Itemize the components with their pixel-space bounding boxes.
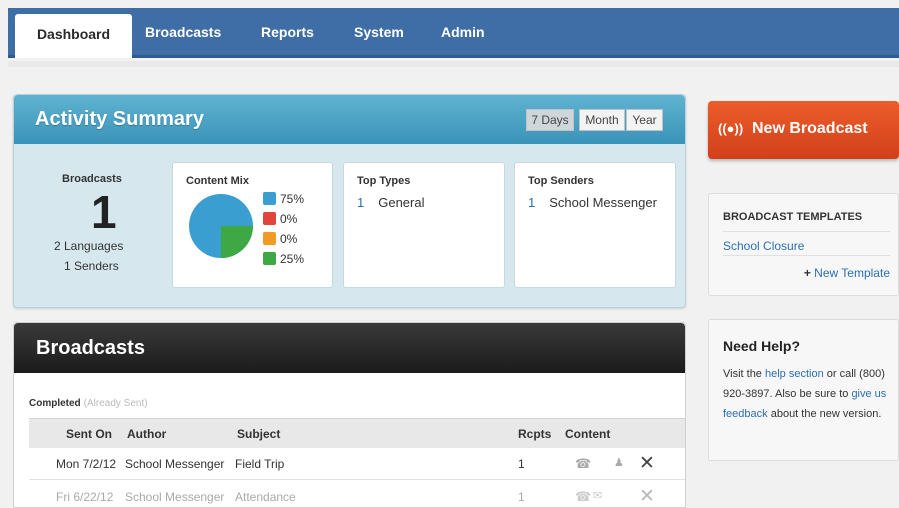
broadcast-templates-panel: BROADCAST TEMPLATES School Closure + New… xyxy=(708,193,899,296)
mix-email: 0% xyxy=(263,212,297,228)
tab-system[interactable]: System xyxy=(354,24,404,40)
phone-icon xyxy=(263,192,276,205)
tab-reports[interactable]: Reports xyxy=(261,24,314,40)
broadcasts-count-label: Broadcasts xyxy=(62,173,122,185)
col-sent-on[interactable]: Sent On xyxy=(66,427,112,441)
row-subject: Attendance xyxy=(235,490,296,504)
mix-person: 25% xyxy=(263,252,304,268)
top-senders-label: School Messenger xyxy=(549,195,657,210)
templates-divider xyxy=(723,255,890,256)
languages-count: 2 Languages xyxy=(54,239,124,253)
range-month-button[interactable]: Month xyxy=(579,109,625,131)
broadcasts-title: Broadcasts xyxy=(36,337,145,359)
col-content[interactable]: Content xyxy=(565,427,610,441)
row-author: School Messenger xyxy=(125,490,225,504)
top-types-label: General xyxy=(378,195,425,210)
top-types-row: 1 General xyxy=(357,195,424,210)
col-author[interactable]: Author xyxy=(127,427,166,441)
help-title: Need Help? xyxy=(723,338,801,354)
phone-icon: ☎ xyxy=(575,456,592,471)
tab-admin[interactable]: Admin xyxy=(441,24,485,40)
top-types-card: Top Types 1 General xyxy=(343,162,505,288)
row-sent-on: Mon 7/2/12 xyxy=(56,457,117,471)
top-senders-rank: 1 xyxy=(528,195,536,210)
mix-sms: 0% xyxy=(263,232,297,248)
templates-divider xyxy=(723,231,890,232)
broadcasts-count: 1 xyxy=(91,186,117,238)
person-icon: ♟ xyxy=(614,457,624,469)
top-senders-title: Top Senders xyxy=(528,175,594,187)
help-text-1: Visit the xyxy=(723,368,765,380)
col-subject[interactable]: Subject xyxy=(237,427,280,441)
activity-stats: Broadcasts 1 2 Languages 1 Senders Conte… xyxy=(14,144,685,308)
col-rcpts[interactable]: Rcpts xyxy=(518,427,551,441)
sms-icon xyxy=(263,232,276,245)
new-template-label: New Template xyxy=(814,266,890,280)
activity-summary-header: Activity Summary 7 Days Month Year xyxy=(14,95,685,144)
help-text: Visit the help section or call (800) 920… xyxy=(723,364,895,424)
broadcasts-header: Broadcasts xyxy=(14,323,685,373)
pie-slice-person xyxy=(221,226,253,258)
template-school-closure-link[interactable]: School Closure xyxy=(723,239,804,253)
row-author: School Messenger xyxy=(125,457,225,471)
mix-email-value: 0% xyxy=(280,212,298,226)
mix-phone: 75% xyxy=(263,192,304,208)
new-broadcast-label: New Broadcast xyxy=(752,120,868,137)
help-section-link[interactable]: help section xyxy=(765,368,824,380)
row-rcpts: 1 xyxy=(518,490,525,504)
top-senders-row: 1 School Messenger xyxy=(528,195,657,210)
content-mix-title: Content Mix xyxy=(186,175,249,187)
nav-divider xyxy=(8,61,899,67)
row-subject: Field Trip xyxy=(235,457,285,471)
table-row[interactable]: Fri 6/22/12 School Messenger Attendance … xyxy=(29,481,685,508)
broadcasts-panel: Broadcasts Completed (Already Sent) Sent … xyxy=(13,322,686,508)
help-text-3: about the new version. xyxy=(767,408,882,420)
completed-title: Completed xyxy=(29,398,81,409)
tab-dashboard[interactable]: Dashboard xyxy=(15,14,132,58)
mix-phone-value: 75% xyxy=(280,192,305,206)
top-types-rank: 1 xyxy=(357,195,365,210)
tools-icon[interactable]: ✕ xyxy=(639,485,655,508)
completed-label: Completed (Already Sent) xyxy=(29,398,148,409)
plus-icon: + xyxy=(803,266,815,280)
activity-summary-panel: Activity Summary 7 Days Month Year Broad… xyxy=(13,94,686,308)
need-help-panel: Need Help? Visit the help section or cal… xyxy=(708,319,899,461)
broadcasts-table-header: Sent On Author Subject Rcpts Content xyxy=(29,418,685,448)
senders-count: 1 Senders xyxy=(64,259,119,273)
new-template-link[interactable]: + New Template xyxy=(804,266,890,280)
top-nav: Dashboard Broadcasts Reports System Admi… xyxy=(8,8,899,58)
range-7-days-button[interactable]: 7 Days xyxy=(526,109,574,131)
content-mix-pie xyxy=(189,194,253,258)
email-icon xyxy=(263,212,276,225)
activity-summary-title: Activity Summary xyxy=(35,108,204,130)
phone-icon: ☎ xyxy=(575,489,592,504)
person-icon xyxy=(263,252,276,265)
table-row[interactable]: Mon 7/2/12 School Messenger Field Trip 1… xyxy=(29,448,685,480)
new-broadcast-button[interactable]: ((●)) New Broadcast xyxy=(708,101,899,159)
row-sent-on: Fri 6/22/12 xyxy=(56,490,114,504)
mix-person-value: 25% xyxy=(280,252,305,266)
row-rcpts: 1 xyxy=(518,457,525,471)
content-mix-card: Content Mix 75% 0% 0% 25% xyxy=(172,162,333,288)
top-types-title: Top Types xyxy=(357,175,411,187)
broadcast-icon: ((●)) xyxy=(718,121,744,136)
templates-title: BROADCAST TEMPLATES xyxy=(723,211,863,223)
range-year-button[interactable]: Year xyxy=(626,109,663,131)
top-senders-card: Top Senders 1 School Messenger xyxy=(514,162,676,288)
tab-broadcasts[interactable]: Broadcasts xyxy=(145,24,221,40)
tools-icon[interactable]: ✕ xyxy=(639,452,655,475)
email-icon: ✉ xyxy=(593,490,603,502)
mix-sms-value: 0% xyxy=(280,232,298,246)
completed-subtitle: (Already Sent) xyxy=(83,398,148,409)
